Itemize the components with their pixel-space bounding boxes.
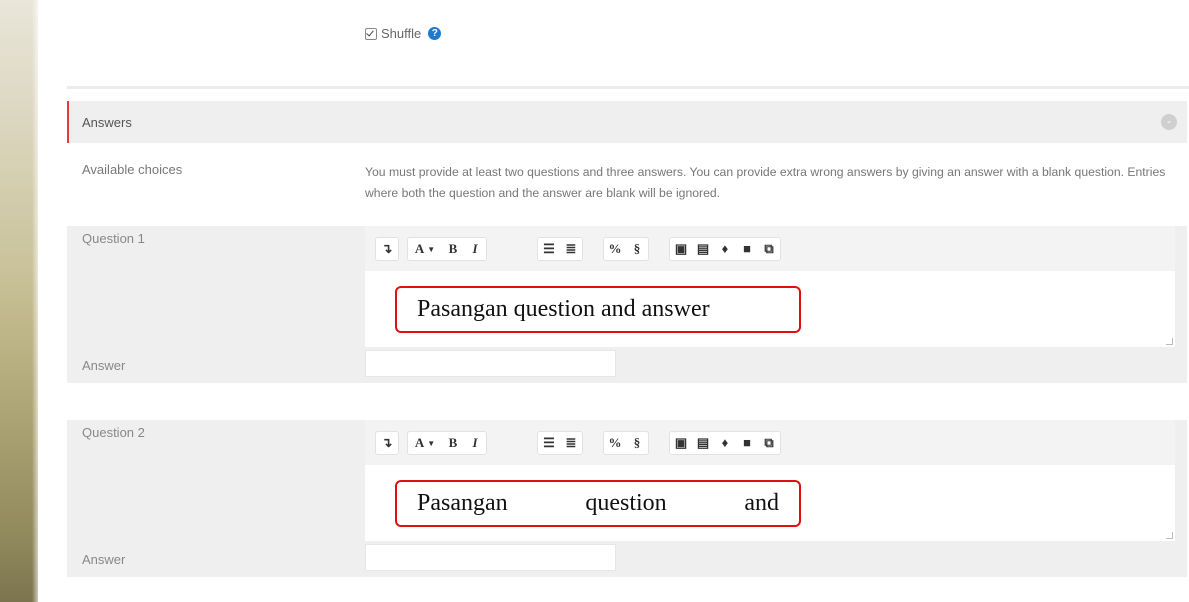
question-circle-icon[interactable]: ? — [428, 27, 442, 40]
unordered-list-icon[interactable]: ☰ — [538, 238, 560, 260]
media-file-icon[interactable]: ▤ — [692, 432, 714, 454]
toolbar-group-lists: ☰ ≣ — [537, 237, 583, 261]
available-choices-help-text: You must provide at least two questions … — [365, 165, 1166, 200]
editor-toolbar: ↴ A ▼ B I ☰ ≣ % § ▣ ▤ ♦ ■ ⧉ — [365, 226, 1175, 271]
answer-1-label: Answer — [82, 358, 126, 373]
toolbar-group-format: A ▼ B I — [407, 431, 487, 455]
toolbar-group-links: % § — [603, 431, 649, 455]
available-choices-label: Available choices — [82, 162, 183, 177]
unlink-icon[interactable]: § — [626, 238, 648, 260]
annotation-callout-2: Pasangan question and — [395, 480, 801, 527]
answer-2-label: Answer — [82, 552, 126, 567]
chevron-down-icon: ▼ — [427, 244, 436, 254]
image-icon[interactable]: ▣ — [670, 432, 692, 454]
italic-button[interactable]: I — [464, 432, 486, 454]
answer-1-input[interactable] — [365, 350, 616, 377]
video-camera-icon[interactable]: ■ — [736, 432, 758, 454]
question-1-label: Question 1 — [82, 231, 145, 246]
annotation-callout-1-text: Pasangan question and answer — [417, 296, 710, 322]
chevron-down-icon: ▼ — [427, 438, 436, 448]
editor-toolbar: ↴ A ▼ B I ☰ ≣ % § ▣ ▤ ♦ ■ ⧉ — [365, 420, 1175, 465]
collapse-icon[interactable]: - — [1161, 114, 1177, 130]
toolbar-group-media: ▣ ▤ ♦ ■ ⧉ — [669, 237, 781, 261]
question-2-label: Question 2 — [82, 425, 145, 440]
toolbar-group-toggle: ↴ — [375, 237, 399, 261]
shuffle-label: Shuffle — [381, 26, 422, 41]
ordered-list-icon[interactable]: ≣ — [560, 432, 582, 454]
toolbar-group-toggle: ↴ — [375, 431, 399, 455]
toolbar-group-format: A ▼ B I — [407, 237, 487, 261]
bold-button[interactable]: B — [442, 238, 464, 260]
font-style-label: A — [414, 241, 425, 256]
show-more-icon[interactable]: ↴ — [376, 238, 398, 260]
resize-handle-icon[interactable] — [1166, 338, 1173, 345]
link-icon[interactable]: % — [604, 432, 626, 454]
ordered-list-icon[interactable]: ≣ — [560, 238, 582, 260]
shuffle-option[interactable]: Shuffle ? — [365, 26, 442, 41]
microphone-icon[interactable]: ♦ — [714, 238, 736, 260]
media-file-icon[interactable]: ▤ — [692, 238, 714, 260]
resize-handle-icon[interactable] — [1166, 532, 1173, 539]
show-more-icon[interactable]: ↴ — [376, 432, 398, 454]
bold-button[interactable]: B — [442, 432, 464, 454]
toolbar-group-media: ▣ ▤ ♦ ■ ⧉ — [669, 431, 781, 455]
toolbar-group-lists: ☰ ≣ — [537, 431, 583, 455]
unordered-list-icon[interactable]: ☰ — [538, 432, 560, 454]
annotation-word: question — [585, 490, 667, 516]
unlink-icon[interactable]: § — [626, 432, 648, 454]
background-photo-strip — [0, 0, 38, 602]
font-style-button[interactable]: A ▼ — [408, 238, 442, 260]
shuffle-checkbox[interactable] — [365, 27, 377, 40]
section-divider — [67, 86, 1189, 89]
copy-paste-icon[interactable]: ⧉ — [758, 238, 780, 260]
video-camera-icon[interactable]: ■ — [736, 238, 758, 260]
microphone-icon[interactable]: ♦ — [714, 432, 736, 454]
font-style-label: A — [414, 435, 425, 450]
link-icon[interactable]: % — [604, 238, 626, 260]
annotation-word: and — [744, 490, 779, 516]
answer-2-input[interactable] — [365, 544, 616, 571]
italic-button[interactable]: I — [464, 238, 486, 260]
annotation-callout-1: Pasangan question and answer — [395, 286, 801, 333]
question-form: Shuffle ? Answers - Available choices Yo… — [67, 0, 1189, 602]
font-style-button[interactable]: A ▼ — [408, 432, 442, 454]
annotation-word: Pasangan — [417, 490, 508, 516]
image-icon[interactable]: ▣ — [670, 238, 692, 260]
answers-section-title: Answers — [82, 114, 132, 130]
answers-section-header[interactable]: Answers - — [67, 101, 1187, 143]
copy-paste-icon[interactable]: ⧉ — [758, 432, 780, 454]
toolbar-group-links: % § — [603, 237, 649, 261]
